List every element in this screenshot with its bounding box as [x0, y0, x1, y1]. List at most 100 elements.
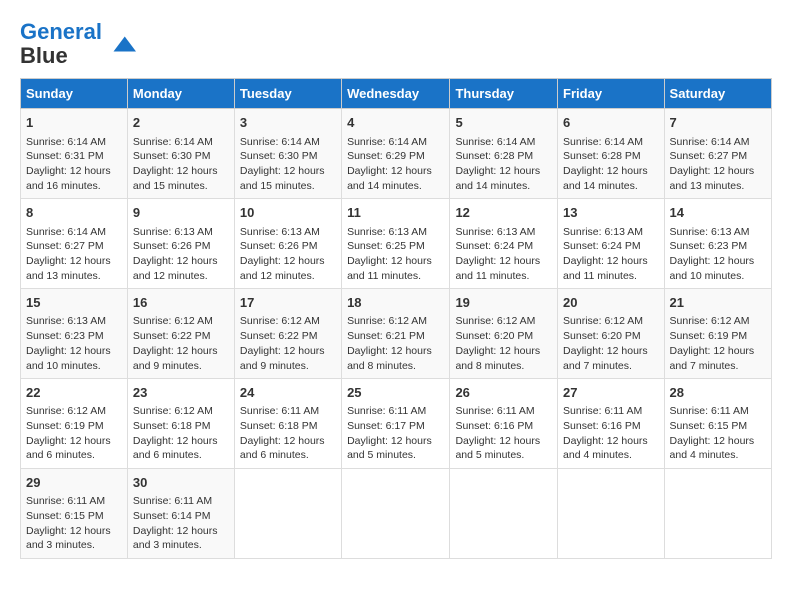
day-number: 22 [26, 384, 122, 402]
day-info-line: and 3 minutes. [26, 538, 122, 553]
day-info-line: Daylight: 12 hours [240, 254, 336, 269]
day-number: 18 [347, 294, 444, 312]
day-info-line: Sunset: 6:30 PM [240, 149, 336, 164]
calendar-cell: 24Sunrise: 6:11 AMSunset: 6:18 PMDayligh… [234, 379, 341, 469]
calendar-cell: 14Sunrise: 6:13 AMSunset: 6:23 PMDayligh… [664, 199, 771, 289]
calendar-cell: 5Sunrise: 6:14 AMSunset: 6:28 PMDaylight… [450, 109, 558, 199]
day-info-line: Sunset: 6:21 PM [347, 329, 444, 344]
day-info-line: Daylight: 12 hours [26, 254, 122, 269]
day-info-line: and 6 minutes. [26, 448, 122, 463]
day-info-line: Daylight: 12 hours [26, 164, 122, 179]
day-info-line: Daylight: 12 hours [347, 254, 444, 269]
calendar-cell: 22Sunrise: 6:12 AMSunset: 6:19 PMDayligh… [21, 379, 128, 469]
calendar-week-4: 22Sunrise: 6:12 AMSunset: 6:19 PMDayligh… [21, 379, 772, 469]
calendar-cell: 28Sunrise: 6:11 AMSunset: 6:15 PMDayligh… [664, 379, 771, 469]
calendar-cell: 13Sunrise: 6:13 AMSunset: 6:24 PMDayligh… [558, 199, 665, 289]
day-info-line: Sunset: 6:25 PM [347, 239, 444, 254]
day-info-line: Sunset: 6:15 PM [670, 419, 766, 434]
calendar-cell: 17Sunrise: 6:12 AMSunset: 6:22 PMDayligh… [234, 289, 341, 379]
day-info-line: Sunrise: 6:14 AM [240, 135, 336, 150]
calendar-cell: 29Sunrise: 6:11 AMSunset: 6:15 PMDayligh… [21, 469, 128, 559]
day-info-line: Daylight: 12 hours [133, 434, 229, 449]
calendar-cell: 18 Sunrise: 6:12 AMSunset: 6:21 PMDayligh… [342, 289, 450, 379]
day-info-line: and 8 minutes. [347, 359, 444, 374]
day-info-line: Sunset: 6:24 PM [563, 239, 659, 254]
day-number: 14 [670, 204, 766, 222]
day-info-line: and 5 minutes. [455, 448, 552, 463]
day-info-line: and 4 minutes. [563, 448, 659, 463]
day-info-line: Sunset: 6:26 PM [240, 239, 336, 254]
day-info-line: Sunset: 6:18 PM [133, 419, 229, 434]
day-info-line: and 11 minutes. [563, 269, 659, 284]
weekday-header-monday: Monday [127, 79, 234, 109]
day-number: 9 [133, 204, 229, 222]
day-info-line: and 6 minutes. [133, 448, 229, 463]
day-info-line: Sunrise: 6:12 AM [347, 314, 444, 329]
day-info-line: Sunrise: 6:11 AM [670, 404, 766, 419]
logo-text: GeneralBlue [20, 20, 102, 68]
calendar-cell: 27Sunrise: 6:11 AMSunset: 6:16 PMDayligh… [558, 379, 665, 469]
day-info-line: Daylight: 12 hours [133, 524, 229, 539]
calendar-cell: 15Sunrise: 6:13 AMSunset: 6:23 PMDayligh… [21, 289, 128, 379]
day-info-line: Sunset: 6:22 PM [133, 329, 229, 344]
day-info-line: Sunset: 6:24 PM [455, 239, 552, 254]
calendar-cell: 19Sunrise: 6:12 AMSunset: 6:20 PMDayligh… [450, 289, 558, 379]
calendar-cell: 8Sunrise: 6:14 AMSunset: 6:27 PMDaylight… [21, 199, 128, 289]
day-info-line: and 11 minutes. [347, 269, 444, 284]
calendar-week-5: 29Sunrise: 6:11 AMSunset: 6:15 PMDayligh… [21, 469, 772, 559]
day-number: 19 [455, 294, 552, 312]
day-number: 27 [563, 384, 659, 402]
day-info-line: Daylight: 12 hours [670, 434, 766, 449]
calendar-cell: 7Sunrise: 6:14 AMSunset: 6:27 PMDaylight… [664, 109, 771, 199]
day-info-line: Sunset: 6:26 PM [133, 239, 229, 254]
day-number: 13 [563, 204, 659, 222]
day-info-line: and 16 minutes. [26, 179, 122, 194]
day-info-line: and 7 minutes. [563, 359, 659, 374]
day-info-line: Sunrise: 6:11 AM [133, 494, 229, 509]
calendar-cell: 23Sunrise: 6:12 AMSunset: 6:18 PMDayligh… [127, 379, 234, 469]
day-number: 10 [240, 204, 336, 222]
day-info-line: and 9 minutes. [133, 359, 229, 374]
weekday-header-thursday: Thursday [450, 79, 558, 109]
day-number: 25 [347, 384, 444, 402]
calendar-cell: 4Sunrise: 6:14 AMSunset: 6:29 PMDaylight… [342, 109, 450, 199]
calendar-cell: 2Sunrise: 6:14 AMSunset: 6:30 PMDaylight… [127, 109, 234, 199]
calendar-week-2: 8Sunrise: 6:14 AMSunset: 6:27 PMDaylight… [21, 199, 772, 289]
day-info-line: Sunrise: 6:11 AM [563, 404, 659, 419]
day-info-line: Sunset: 6:28 PM [455, 149, 552, 164]
day-number: 24 [240, 384, 336, 402]
day-info-line: Daylight: 12 hours [563, 164, 659, 179]
weekday-header-tuesday: Tuesday [234, 79, 341, 109]
day-info-line: Daylight: 12 hours [26, 524, 122, 539]
day-info-line: Daylight: 12 hours [455, 434, 552, 449]
day-number: 5 [455, 114, 552, 132]
day-info-line: Sunset: 6:18 PM [240, 419, 336, 434]
day-info-line: Sunrise: 6:12 AM [240, 314, 336, 329]
day-info-line: and 13 minutes. [670, 179, 766, 194]
day-info-line: Daylight: 12 hours [347, 344, 444, 359]
day-number: 29 [26, 474, 122, 492]
day-info-line: and 12 minutes. [240, 269, 336, 284]
day-info-line: and 9 minutes. [240, 359, 336, 374]
day-number: 7 [670, 114, 766, 132]
day-info-line: Sunrise: 6:13 AM [670, 225, 766, 240]
day-info-line: and 15 minutes. [133, 179, 229, 194]
day-info-line: Sunrise: 6:13 AM [455, 225, 552, 240]
day-info-line: Daylight: 12 hours [240, 434, 336, 449]
day-info-line: Sunrise: 6:11 AM [347, 404, 444, 419]
day-info-line: and 13 minutes. [26, 269, 122, 284]
day-info-line: Sunrise: 6:12 AM [26, 404, 122, 419]
day-info-line: Sunrise: 6:13 AM [133, 225, 229, 240]
calendar-cell: 6Sunrise: 6:14 AMSunset: 6:28 PMDaylight… [558, 109, 665, 199]
day-info-line: Daylight: 12 hours [670, 164, 766, 179]
day-info-line: Daylight: 12 hours [347, 434, 444, 449]
day-info-line: Daylight: 12 hours [26, 344, 122, 359]
calendar-cell: 16Sunrise: 6:12 AMSunset: 6:22 PMDayligh… [127, 289, 234, 379]
day-info-line: Daylight: 12 hours [133, 164, 229, 179]
logo-icon [106, 29, 136, 59]
calendar-cell: 11Sunrise: 6:13 AMSunset: 6:25 PMDayligh… [342, 199, 450, 289]
day-info-line: Sunrise: 6:11 AM [455, 404, 552, 419]
day-number: 3 [240, 114, 336, 132]
calendar-table: SundayMondayTuesdayWednesdayThursdayFrid… [20, 78, 772, 559]
weekday-header-wednesday: Wednesday [342, 79, 450, 109]
